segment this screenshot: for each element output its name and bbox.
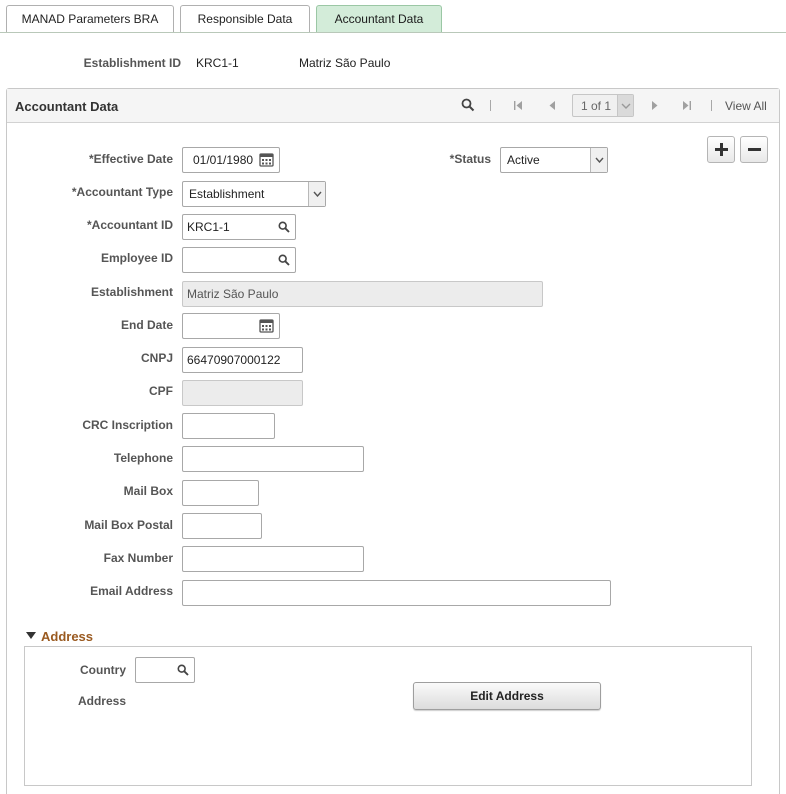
accountant-type-select[interactable]: Establishment — [182, 181, 326, 207]
country-label: Country — [80, 663, 126, 677]
accountant-id-label: *Accountant ID — [86, 218, 173, 232]
effective-date-value: 01/01/1980 — [193, 153, 254, 167]
establishment-value: Matriz São Paulo — [187, 287, 279, 301]
chevron-down-icon[interactable] — [617, 95, 633, 116]
establishment-id-label: Establishment ID — [83, 56, 181, 70]
calendar-icon[interactable] — [259, 152, 274, 167]
accountant-type-label: *Accountant Type — [71, 185, 173, 199]
search-icon[interactable] — [278, 221, 290, 233]
row-pager[interactable]: 1 of 1 — [572, 94, 634, 117]
effective-date-label: *Effective Date — [88, 152, 173, 166]
establishment-label: Establishment — [90, 285, 173, 299]
separator — [711, 100, 712, 111]
end-date-label: End Date — [120, 318, 173, 332]
grid-title: Accountant Data — [15, 99, 119, 114]
accountant-type-value: Establishment — [189, 187, 265, 201]
mail-box-field[interactable] — [182, 480, 259, 506]
chevron-down-icon — [308, 182, 325, 206]
grid-header: Accountant Data 1 of 1 View All — [7, 89, 779, 123]
establishment-field: Matriz São Paulo — [182, 281, 543, 307]
mail-box-label: Mail Box — [123, 484, 173, 498]
search-icon[interactable] — [461, 98, 475, 112]
cnpj-field[interactable]: 66470907000122 — [182, 347, 303, 373]
fax-number-field[interactable] — [182, 546, 364, 572]
minus-icon — [748, 148, 761, 151]
crc-inscription-field[interactable] — [182, 413, 275, 439]
address-box — [24, 646, 752, 786]
next-icon[interactable] — [649, 100, 660, 111]
plus-icon — [715, 143, 728, 156]
mail-box-postal-label: Mail Box Postal — [84, 518, 173, 532]
first-icon[interactable] — [513, 100, 524, 111]
search-icon[interactable] — [177, 664, 189, 676]
delete-row-button[interactable] — [740, 136, 768, 163]
tab-accountant-data[interactable]: Accountant Data — [316, 5, 442, 33]
pager-text: 1 of 1 — [581, 99, 612, 113]
cpf-label: CPF — [149, 384, 173, 398]
telephone-label: Telephone — [113, 451, 173, 465]
view-all-link[interactable]: View All — [725, 99, 767, 113]
crc-inscription-label: CRC Inscription — [82, 418, 173, 432]
establishment-name-value: Matriz São Paulo — [299, 56, 391, 70]
calendar-icon[interactable] — [259, 318, 274, 333]
accountant-id-value: KRC1-1 — [187, 220, 230, 234]
cpf-field — [182, 380, 303, 406]
email-address-label: Email Address — [90, 584, 173, 598]
address-section-title[interactable]: Address — [41, 629, 93, 644]
last-icon[interactable] — [681, 100, 692, 111]
chevron-down-icon — [590, 148, 607, 172]
edit-address-button[interactable]: Edit Address — [413, 682, 601, 710]
fax-number-label: Fax Number — [103, 551, 173, 565]
separator — [490, 100, 491, 111]
add-row-button[interactable] — [707, 136, 735, 163]
status-value: Active — [507, 153, 540, 167]
address-label: Address — [77, 694, 126, 708]
tab-divider — [0, 32, 786, 33]
email-address-field[interactable] — [182, 580, 611, 606]
tab-label: Accountant Data — [334, 12, 424, 26]
prev-icon[interactable] — [547, 100, 558, 111]
status-select[interactable]: Active — [500, 147, 608, 173]
cnpj-label: CNPJ — [140, 351, 173, 365]
establishment-id-value: KRC1-1 — [196, 56, 239, 70]
search-icon[interactable] — [278, 254, 290, 266]
collapse-triangle-icon[interactable] — [26, 632, 36, 639]
employee-id-label: Employee ID — [100, 251, 173, 265]
status-label: *Status — [449, 152, 491, 166]
mail-box-postal-field[interactable] — [182, 513, 262, 539]
tab-label: Responsible Data — [197, 12, 293, 26]
telephone-field[interactable] — [182, 446, 364, 472]
tab-responsible-data[interactable]: Responsible Data — [180, 5, 310, 33]
tab-label: MANAD Parameters BRA — [21, 12, 159, 26]
tab-manad-parameters-bra[interactable]: MANAD Parameters BRA — [6, 5, 174, 33]
cnpj-value: 66470907000122 — [187, 353, 281, 367]
